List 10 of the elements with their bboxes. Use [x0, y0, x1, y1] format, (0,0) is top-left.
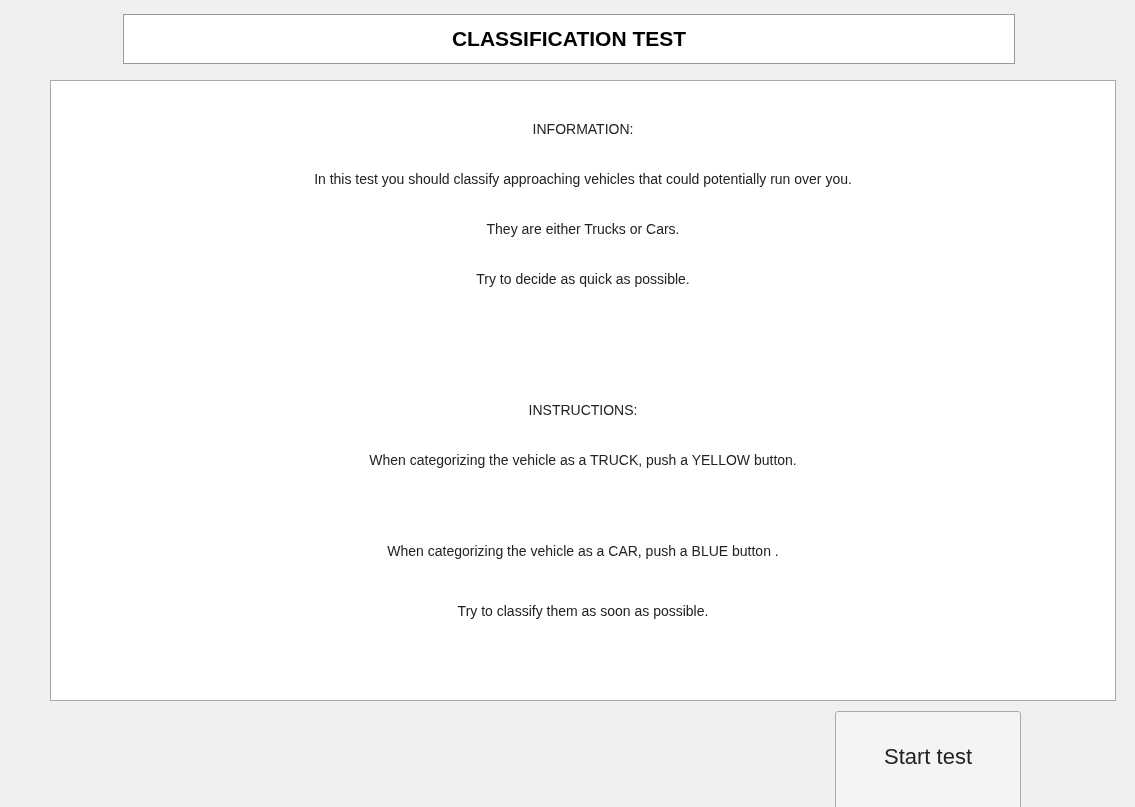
section-heading: INSTRUCTIONS: — [528, 401, 638, 420]
instruction-text: Try to classify them as soon as possible. — [457, 602, 709, 621]
test-title: CLASSIFICATION TEST — [123, 14, 1015, 64]
instruction-text: They are either Trucks or Cars. — [486, 220, 680, 239]
start-test-button[interactable]: Start test — [835, 711, 1021, 807]
instruction-text: Try to decide as quick as possible. — [476, 270, 690, 289]
instruction-text: When categorizing the vehicle as a CAR, push a BLUE button . — [387, 542, 779, 561]
section-heading: INFORMATION: — [532, 120, 634, 139]
instruction-text: In this test you should classify approaching vehicles that could potentially run over you. — [314, 170, 852, 189]
instruction-text: When categorizing the vehicle as a TRUCK, push a YELLOW button. — [369, 451, 797, 470]
